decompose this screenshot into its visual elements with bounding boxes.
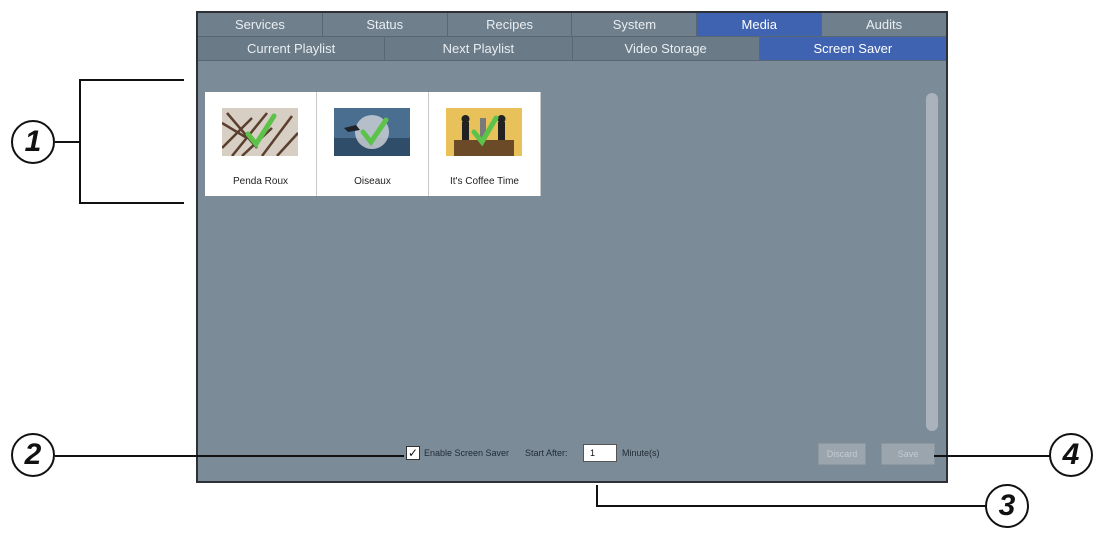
screensaver-list: Penda Roux Oiseaux It's Coffee Time xyxy=(205,92,541,196)
scrollbar[interactable] xyxy=(926,93,938,431)
enable-screensaver-label: Enable Screen Saver xyxy=(424,448,510,458)
discard-button[interactable]: Discard xyxy=(818,443,866,465)
enable-screensaver-checkbox[interactable]: ✓ xyxy=(406,446,420,460)
start-after-label: Start After: xyxy=(525,448,568,458)
save-button[interactable]: Save xyxy=(881,443,935,465)
callout-4-leader xyxy=(934,455,1050,457)
minutes-label: Minute(s) xyxy=(622,448,660,458)
tab-recipes[interactable]: Recipes xyxy=(447,13,573,37)
callout-2-leader xyxy=(55,455,404,457)
sub-tab-bar: Current Playlist Next Playlist Video Sto… xyxy=(198,37,946,61)
tab-services[interactable]: Services xyxy=(198,13,323,37)
bird-water-image xyxy=(334,108,410,156)
app-screen: Services Status Recipes System Media Aud… xyxy=(196,11,948,483)
screensaver-label: Penda Roux xyxy=(232,176,289,187)
callout-3-leader-vertical xyxy=(596,485,598,507)
screensaver-tile[interactable]: Penda Roux xyxy=(205,92,317,196)
start-after-input[interactable]: 1 xyxy=(583,444,617,462)
coffee-figures-image xyxy=(446,108,522,156)
callout-1-bracket-bottom xyxy=(79,202,184,204)
screensaver-tile[interactable]: Oiseaux xyxy=(317,92,429,196)
callout-2: 2 xyxy=(11,433,55,477)
tab-status[interactable]: Status xyxy=(322,13,448,37)
callout-3-leader-horizontal xyxy=(596,505,986,507)
callout-3: 3 xyxy=(985,484,1029,528)
main-tab-bar: Services Status Recipes System Media Aud… xyxy=(198,13,946,37)
callout-4: 4 xyxy=(1049,433,1093,477)
branches-image xyxy=(222,108,298,156)
tab-system[interactable]: System xyxy=(572,13,698,37)
subtab-video-storage[interactable]: Video Storage xyxy=(572,37,760,61)
subtab-next-playlist[interactable]: Next Playlist xyxy=(385,37,573,61)
callout-1-bracket-top xyxy=(79,79,184,81)
callout-1-leader xyxy=(55,141,80,143)
screensaver-tile[interactable]: It's Coffee Time xyxy=(429,92,541,196)
callout-1: 1 xyxy=(11,120,55,164)
tab-media[interactable]: Media xyxy=(697,13,823,37)
subtab-current-playlist[interactable]: Current Playlist xyxy=(198,37,386,61)
screensaver-label: Oiseaux xyxy=(354,176,391,187)
tab-audits[interactable]: Audits xyxy=(822,13,946,37)
screensaver-label: It's Coffee Time xyxy=(450,176,519,187)
subtab-screen-saver[interactable]: Screen Saver xyxy=(759,37,946,61)
